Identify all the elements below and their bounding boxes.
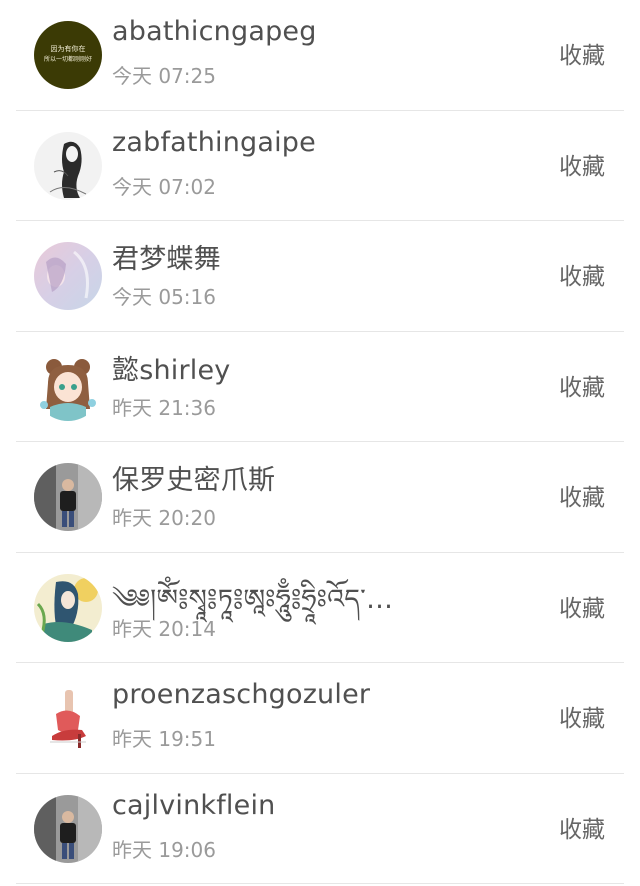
collect-button[interactable]: 收藏 xyxy=(559,257,605,291)
list-item[interactable]: 君梦蝶舞 今天 05:16 收藏 xyxy=(0,221,640,332)
list-item[interactable]: ༄༅།ཨོཾ༔སྭཱ༔ཏཱ༔ཨཱཿཧཱུྃ༔ཧྲཱིཿའོད་… 昨天 20:1… xyxy=(0,553,640,663)
anime-girl-avatar-icon[interactable] xyxy=(34,352,102,421)
username: proenzaschgozuler xyxy=(112,679,371,710)
username: abathicngapeg xyxy=(112,16,317,47)
collect-button[interactable]: 收藏 xyxy=(559,589,605,623)
timestamp: 昨天 21:36 xyxy=(112,395,216,420)
avatar-text-line: 所以一切都刚刚好 xyxy=(44,55,92,63)
timestamp: 昨天 20:20 xyxy=(112,506,216,530)
anime-boy-avatar-icon[interactable] xyxy=(34,573,102,642)
timestamp: 昨天 19:06 xyxy=(112,837,216,862)
collect-button[interactable]: 收藏 xyxy=(559,699,605,733)
collect-button[interactable]: 收藏 xyxy=(559,368,605,402)
list-item[interactable]: 保罗史密爪斯 昨天 20:20 收藏 xyxy=(0,442,640,553)
timestamp: 今天 05:16 xyxy=(112,285,216,309)
timestamp: 昨天 20:14 xyxy=(112,616,216,641)
sketch-girl-avatar-icon[interactable] xyxy=(34,131,102,200)
list-item[interactable]: zabfathingaipe 今天 07:02 收藏 xyxy=(0,111,640,221)
list-item[interactable]: 因为有你在 所以一切都刚刚好 abathicngapeg 今天 07:25 收藏 xyxy=(0,0,640,111)
timestamp: 昨天 19:51 xyxy=(112,727,216,751)
list-item[interactable]: 懿shirley 昨天 21:36 收藏 xyxy=(0,332,640,442)
collection-list: 因为有你在 所以一切都刚刚好 abathicngapeg 今天 07:25 收藏… xyxy=(0,0,640,884)
person-photo-avatar-icon[interactable] xyxy=(34,463,102,531)
collect-button[interactable]: 收藏 xyxy=(559,147,605,181)
high-heel-avatar-icon[interactable] xyxy=(34,684,102,752)
collect-button[interactable]: 收藏 xyxy=(559,478,605,512)
username: cajlvinkflein xyxy=(112,789,276,821)
text-avatar-icon[interactable]: 因为有你在 所以一切都刚刚好 xyxy=(34,21,102,89)
list-item[interactable]: cajlvinkflein 昨天 19:06 收藏 xyxy=(0,774,640,884)
username: 懿shirley xyxy=(112,354,231,386)
timestamp: 今天 07:25 xyxy=(112,64,216,88)
username: zabfathingaipe xyxy=(112,126,316,158)
person-photo-avatar-icon[interactable] xyxy=(34,794,102,863)
username: 保罗史密爪斯 xyxy=(112,465,276,496)
username: 君梦蝶舞 xyxy=(112,244,221,275)
list-item[interactable]: proenzaschgozuler 昨天 19:51 收藏 xyxy=(0,663,640,774)
collect-button[interactable]: 收藏 xyxy=(559,36,605,70)
avatar-text-line: 因为有你在 xyxy=(51,44,86,53)
divider xyxy=(16,883,624,884)
pastel-painting-avatar-icon[interactable] xyxy=(34,242,102,310)
timestamp: 今天 07:02 xyxy=(112,174,216,199)
collect-button[interactable]: 收藏 xyxy=(559,810,605,844)
